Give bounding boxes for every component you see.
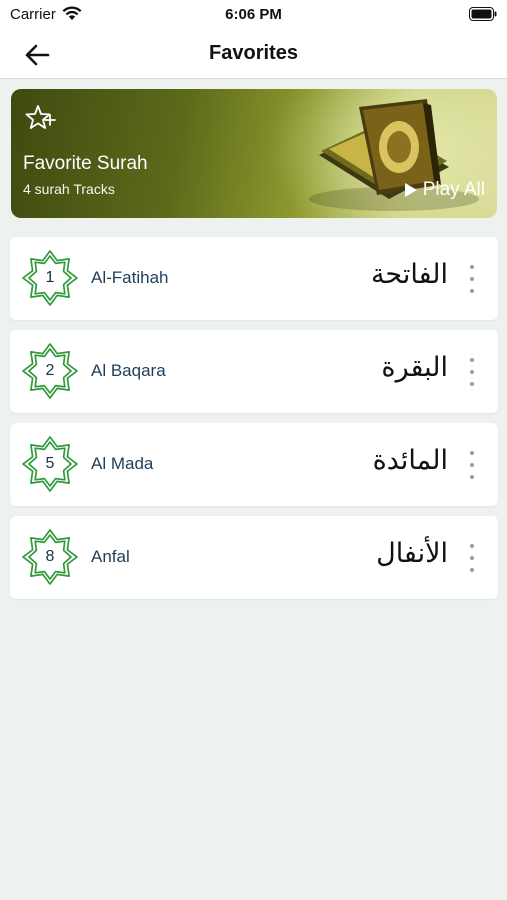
surah-arabic-name: الفاتحة <box>370 259 448 290</box>
more-options-button[interactable] <box>464 265 480 293</box>
dot <box>470 370 474 374</box>
dot <box>470 556 474 560</box>
surah-number: 8 <box>45 548 55 565</box>
banner-subtitle: 4 surah Tracks <box>23 181 115 197</box>
play-all-label: Play All <box>422 179 485 200</box>
surah-name: Al Mada <box>91 454 154 473</box>
page-title: Favorites <box>209 42 298 64</box>
battery-icon <box>469 7 497 26</box>
surah-number-badge: 5 <box>22 436 78 492</box>
more-options-button[interactable] <box>464 358 480 386</box>
dot <box>470 568 474 572</box>
dot <box>470 382 474 386</box>
surah-number: 5 <box>45 455 55 472</box>
more-options-button[interactable] <box>464 544 480 572</box>
play-all-button[interactable]: Play All <box>404 179 485 201</box>
star-plus-icon <box>25 103 57 138</box>
surah-number-badge: 8 <box>22 529 78 585</box>
favorites-banner: Favorite Surah 4 surah Tracks Play All <box>11 89 497 218</box>
status-bar: Carrier 6:06 PM <box>0 0 507 30</box>
play-icon <box>404 182 418 198</box>
dot <box>470 277 474 281</box>
surah-number-badge: 2 <box>22 343 78 399</box>
banner-title: Favorite Surah <box>23 153 148 174</box>
dot <box>470 451 474 455</box>
dot <box>470 475 474 479</box>
surah-list-item[interactable]: 2 Al Baqara البقرة <box>10 330 498 413</box>
dot <box>470 358 474 362</box>
dot <box>470 463 474 467</box>
status-time: 6:06 PM <box>225 6 282 23</box>
surah-list-item[interactable]: 8 Anfal الأنفال <box>10 516 498 599</box>
surah-list-item[interactable]: 1 Al-Fatihah الفاتحة <box>10 237 498 320</box>
surah-name: Anfal <box>91 547 130 566</box>
surah-name: Al-Fatihah <box>91 268 169 287</box>
surah-number: 2 <box>45 362 55 379</box>
surah-list: 1 Al-Fatihah الفاتحة 2 Al Baqara البقرة <box>10 237 498 609</box>
surah-arabic-name: البقرة <box>381 352 448 383</box>
surah-arabic-name: الأنفال <box>376 538 448 569</box>
navigation-bar: Favorites <box>0 30 507 79</box>
surah-list-item[interactable]: 5 Al Mada المائدة <box>10 423 498 506</box>
dot <box>470 265 474 269</box>
surah-number: 1 <box>45 269 55 286</box>
surah-number-badge: 1 <box>22 250 78 306</box>
more-options-button[interactable] <box>464 451 480 479</box>
dot <box>470 289 474 293</box>
dot <box>470 544 474 548</box>
surah-name: Al Baqara <box>91 361 166 380</box>
surah-arabic-name: المائدة <box>372 445 448 476</box>
